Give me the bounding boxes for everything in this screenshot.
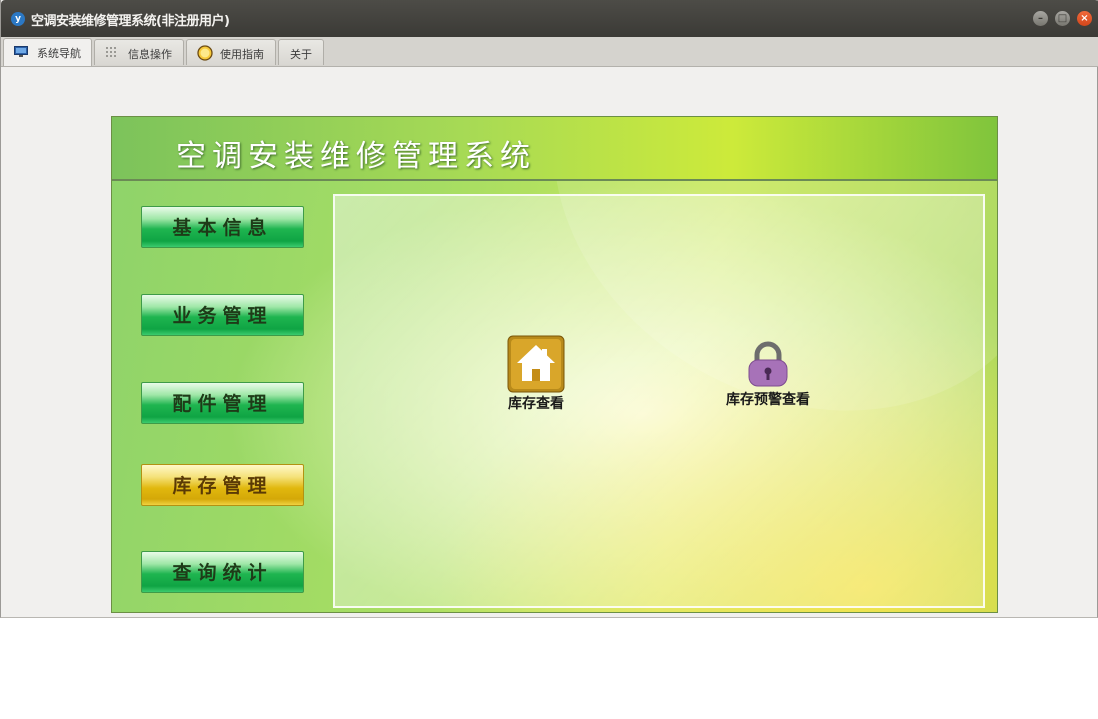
tab-label: 使用指南 xyxy=(220,48,264,61)
app-logo-icon: y xyxy=(11,12,25,26)
tab-system-navigation[interactable]: 系统导航 xyxy=(3,38,92,66)
maximize-button[interactable]: □ xyxy=(1055,11,1070,26)
content-panel xyxy=(333,194,985,608)
house-icon xyxy=(507,335,565,393)
sidebar-button-basic-info[interactable]: 基本信息 xyxy=(141,206,304,248)
close-icon: × xyxy=(1080,13,1089,24)
tab-label: 系统导航 xyxy=(37,47,81,60)
sidebar-button-business-management[interactable]: 业务管理 xyxy=(141,294,304,336)
title-bar[interactable]: y 空调安装维修管理系统(非注册用户) – □ × xyxy=(1,0,1098,37)
lock-icon xyxy=(748,341,788,387)
tab-user-guide[interactable]: 使用指南 xyxy=(186,39,276,65)
close-button[interactable]: × xyxy=(1077,11,1092,26)
minimize-button[interactable]: – xyxy=(1033,11,1048,26)
app-window: y 空调安装维修管理系统(非注册用户) – □ × 系统导航 信息操作 使用指南… xyxy=(0,0,1098,618)
tab-bar: 系统导航 信息操作 使用指南 关于 xyxy=(1,37,1098,67)
banner-title: 空调安装维修管理系统 xyxy=(176,139,536,174)
grid-icon xyxy=(106,47,116,57)
tab-label: 关于 xyxy=(290,48,312,61)
inventory-view-label: 库存查看 xyxy=(508,396,564,412)
minimize-icon: – xyxy=(1038,13,1043,24)
sidebar-button-inventory-management[interactable]: 库存管理 xyxy=(141,464,304,506)
inventory-alert-view-label: 库存预警查看 xyxy=(726,392,810,408)
monitor-icon xyxy=(14,46,28,57)
inventory-alert-view-item[interactable]: 库存预警查看 xyxy=(718,341,818,409)
main-panel: 空调安装维修管理系统 基本信息 业务管理 配件管理 库存管理 查询统计 库存查看 xyxy=(111,116,998,613)
sidebar-button-query-statistics[interactable]: 查询统计 xyxy=(141,551,304,593)
banner-header: 空调安装维修管理系统 xyxy=(112,117,997,181)
maximize-icon: □ xyxy=(1057,13,1068,24)
help-icon xyxy=(197,45,213,61)
tab-info-operation[interactable]: 信息操作 xyxy=(94,39,184,65)
inventory-view-item[interactable]: 库存查看 xyxy=(496,335,576,413)
sidebar-button-parts-management[interactable]: 配件管理 xyxy=(141,382,304,424)
tab-label: 信息操作 xyxy=(128,48,172,61)
window-title: 空调安装维修管理系统(非注册用户) xyxy=(31,14,230,29)
tab-about[interactable]: 关于 xyxy=(278,39,324,65)
